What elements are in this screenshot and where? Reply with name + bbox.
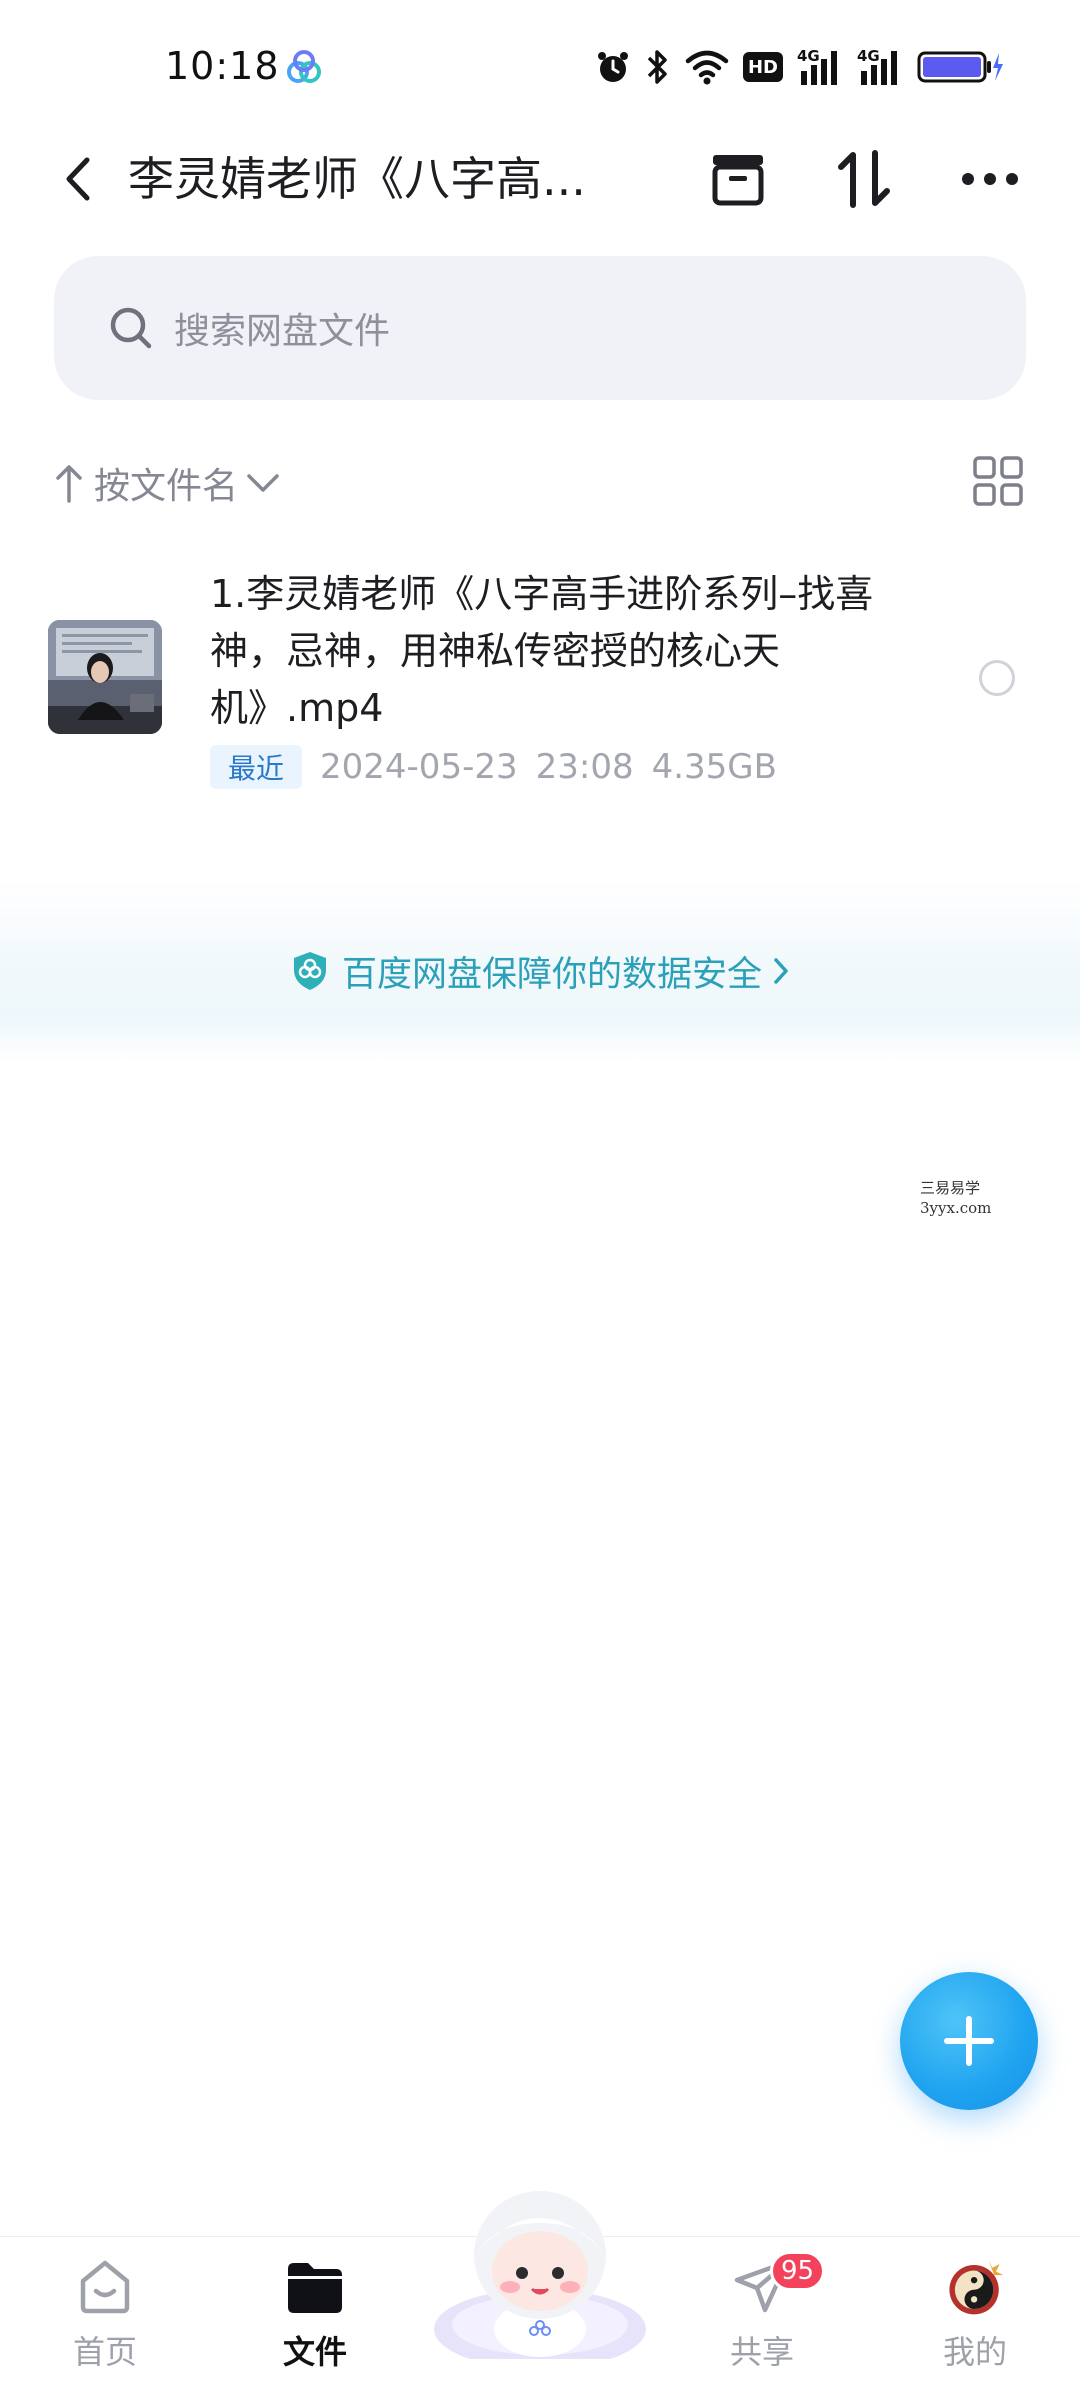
watermark-line-1: 三易易学 [920, 1179, 981, 1197]
sort-order-button[interactable] [832, 147, 896, 211]
mascot-avatar[interactable] [430, 2179, 650, 2359]
recent-badge: 最近 [210, 745, 303, 789]
back-icon [66, 157, 90, 201]
sort-up-arrow-icon [56, 465, 82, 503]
bottom-nav: 首页 文件 95 共享 我的 [0, 2191, 1080, 2400]
signal-4g-2: 4G [857, 47, 903, 87]
share-count-badge: 95 [770, 2251, 826, 2291]
page-title: 李灵婧老师《八字高... [128, 152, 586, 206]
status-time: 10:18 [165, 44, 280, 88]
file-time: 23:08 [535, 747, 634, 787]
hd-label: HD [747, 56, 778, 78]
signal-bars-icon [801, 51, 837, 85]
header-bar: 李灵婧老师《八字高... [0, 135, 1080, 223]
status-icons: HD 4G 4G [595, 44, 1005, 90]
home-icon [80, 2260, 130, 2314]
search-icon [110, 307, 152, 349]
grid-view-icon[interactable] [972, 455, 1024, 507]
video-thumbnail [48, 620, 162, 734]
nav-files-label: 文件 [282, 2333, 347, 2371]
wifi-icon [685, 50, 729, 85]
sort-by-name-control[interactable]: 按文件名 [54, 448, 280, 518]
bluetooth-icon [647, 50, 667, 84]
battery-icon [917, 51, 1003, 83]
add-button[interactable] [900, 1972, 1038, 2110]
file-list-item[interactable]: 1.李灵婧老师《八字高手进阶系列–找喜神，忌神，用神私传密授的核心天机》.mp4… [0, 560, 1080, 800]
nav-home[interactable]: 首页 [35, 2255, 175, 2395]
nav-share-label: 共享 [729, 2333, 794, 2371]
plus-icon [944, 2016, 994, 2066]
archive-button[interactable] [706, 147, 770, 211]
search-placeholder: 搜索网盘文件 [174, 311, 391, 352]
file-date: 2024-05-23 [320, 747, 518, 787]
security-text: 百度网盘保障你的数据安全 [341, 954, 762, 995]
signal-bars-icon [861, 51, 897, 85]
nav-files[interactable]: 文件 [245, 2255, 385, 2395]
file-name: 1.李灵婧老师《八字高手进阶系列–找喜神，忌神，用神私传密授的核心天机》.mp4 [210, 572, 874, 730]
more-options-button[interactable] [958, 147, 1022, 211]
signal-4g-1: 4G [797, 47, 843, 87]
alarm-icon [597, 52, 628, 82]
archive-icon [712, 155, 764, 206]
avatar-icon [949, 2260, 1004, 2315]
file-meta: 最近 2024-05-23 23:08 4.35GB [210, 744, 777, 790]
shield-icon [293, 952, 326, 990]
chevron-right-icon [774, 958, 788, 984]
watermark-line-2: 3yyx.com [920, 1199, 992, 1217]
nav-me-label: 我的 [942, 2333, 1007, 2371]
search-input[interactable]: 搜索网盘文件 [54, 256, 1026, 400]
sort-order-icon [838, 150, 890, 208]
more-icon [962, 173, 1018, 185]
nav-me[interactable]: 我的 [905, 2255, 1045, 2395]
folder-icon [288, 2263, 342, 2313]
hd-icon: HD [742, 52, 783, 82]
baidu-netdisk-status-icon [287, 50, 321, 83]
back-button[interactable] [48, 149, 108, 209]
file-select-checkbox[interactable] [979, 660, 1015, 696]
security-banner[interactable]: 百度网盘保障你的数据安全 [0, 880, 1080, 1062]
file-size: 4.35GB [651, 747, 777, 787]
watermark: 三易易学 3yyx.com [920, 1178, 991, 1218]
nav-share[interactable]: 95 共享 [692, 2251, 832, 2395]
nav-home-label: 首页 [72, 2333, 137, 2371]
sort-label: 按文件名 [94, 466, 239, 507]
chevron-down-icon [247, 474, 279, 492]
status-bar: 10:18 HD 4G 4G [0, 0, 1080, 135]
